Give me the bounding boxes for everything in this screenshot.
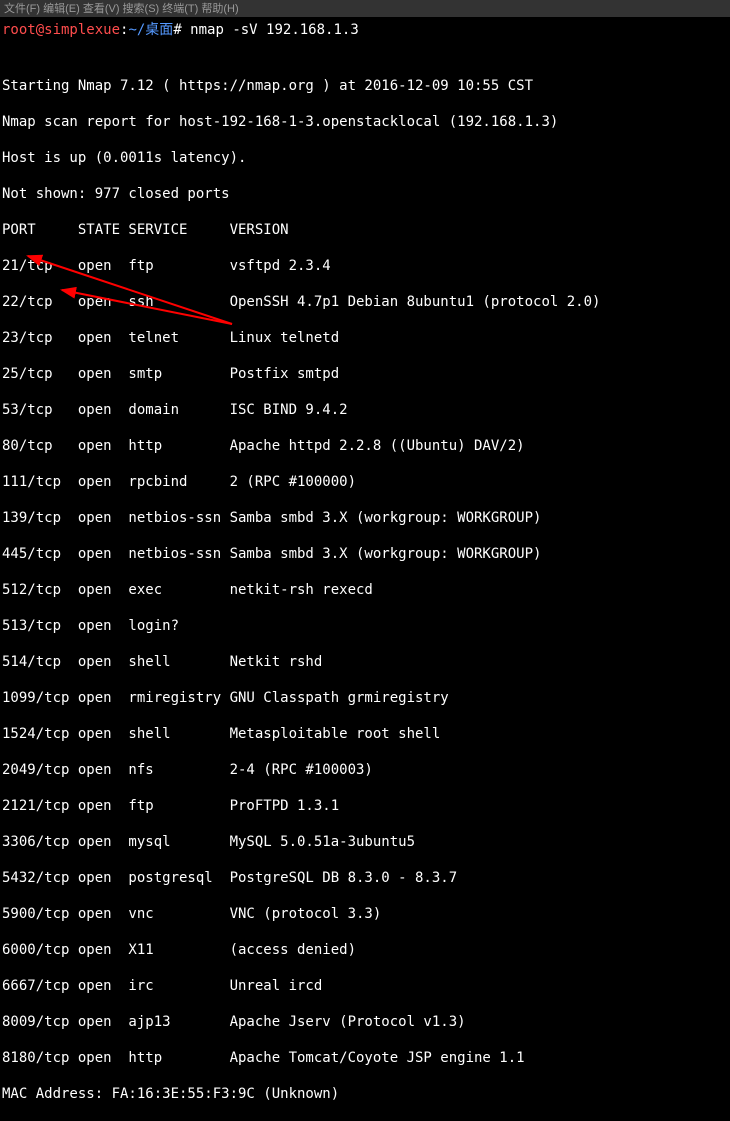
port-row: 139/tcp open netbios-ssn Samba smbd 3.X … — [2, 509, 728, 527]
port-row: 6667/tcp open irc Unreal ircd — [2, 977, 728, 995]
output-header: PORT STATE SERVICE VERSION — [2, 221, 728, 239]
output-mac: MAC Address: FA:16:3E:55:F3:9C (Unknown) — [2, 1085, 728, 1103]
port-row: 5900/tcp open vnc VNC (protocol 3.3) — [2, 905, 728, 923]
prompt-cwd: ~/桌面 — [128, 22, 173, 38]
output-start: Starting Nmap 7.12 ( https://nmap.org ) … — [2, 77, 728, 95]
port-row: 22/tcp open ssh OpenSSH 4.7p1 Debian 8ub… — [2, 293, 728, 311]
port-row: 513/tcp open login? — [2, 617, 728, 635]
port-row: 21/tcp open ftp vsftpd 2.3.4 — [2, 257, 728, 275]
port-row: 6000/tcp open X11 (access denied) — [2, 941, 728, 959]
terminal-output[interactable]: Starting Nmap 7.12 ( https://nmap.org ) … — [0, 39, 730, 1121]
port-row: 3306/tcp open mysql MySQL 5.0.51a-3ubunt… — [2, 833, 728, 851]
port-row: 8180/tcp open http Apache Tomcat/Coyote … — [2, 1049, 728, 1067]
output-not-shown: Not shown: 977 closed ports — [2, 185, 728, 203]
port-row: 80/tcp open http Apache httpd 2.2.8 ((Ub… — [2, 437, 728, 455]
port-row: 111/tcp open rpcbind 2 (RPC #100000) — [2, 473, 728, 491]
port-row: 2121/tcp open ftp ProFTPD 1.3.1 — [2, 797, 728, 815]
port-row: 25/tcp open smtp Postfix smtpd — [2, 365, 728, 383]
port-row: 23/tcp open telnet Linux telnetd — [2, 329, 728, 347]
port-row: 53/tcp open domain ISC BIND 9.4.2 — [2, 401, 728, 419]
output-host-up: Host is up (0.0011s latency). — [2, 149, 728, 167]
port-row: 445/tcp open netbios-ssn Samba smbd 3.X … — [2, 545, 728, 563]
command-text[interactable]: nmap -sV 192.168.1.3 — [190, 22, 359, 38]
port-row: 1099/tcp open rmiregistry GNU Classpath … — [2, 689, 728, 707]
port-row: 8009/tcp open ajp13 Apache Jserv (Protoc… — [2, 1013, 728, 1031]
menubar[interactable]: 文件(F) 编辑(E) 查看(V) 搜索(S) 终端(T) 帮助(H) — [0, 0, 730, 17]
port-row: 2049/tcp open nfs 2-4 (RPC #100003) — [2, 761, 728, 779]
prompt-hash: # — [173, 22, 190, 38]
port-row: 5432/tcp open postgresql PostgreSQL DB 8… — [2, 869, 728, 887]
port-row: 514/tcp open shell Netkit rshd — [2, 653, 728, 671]
prompt-user-host: root@simplexue — [2, 22, 120, 38]
prompt-line: root@simplexue:~/桌面# nmap -sV 192.168.1.… — [0, 17, 730, 39]
port-row: 512/tcp open exec netkit-rsh rexecd — [2, 581, 728, 599]
output-report: Nmap scan report for host-192-168-1-3.op… — [2, 113, 728, 131]
port-row: 1524/tcp open shell Metasploitable root … — [2, 725, 728, 743]
